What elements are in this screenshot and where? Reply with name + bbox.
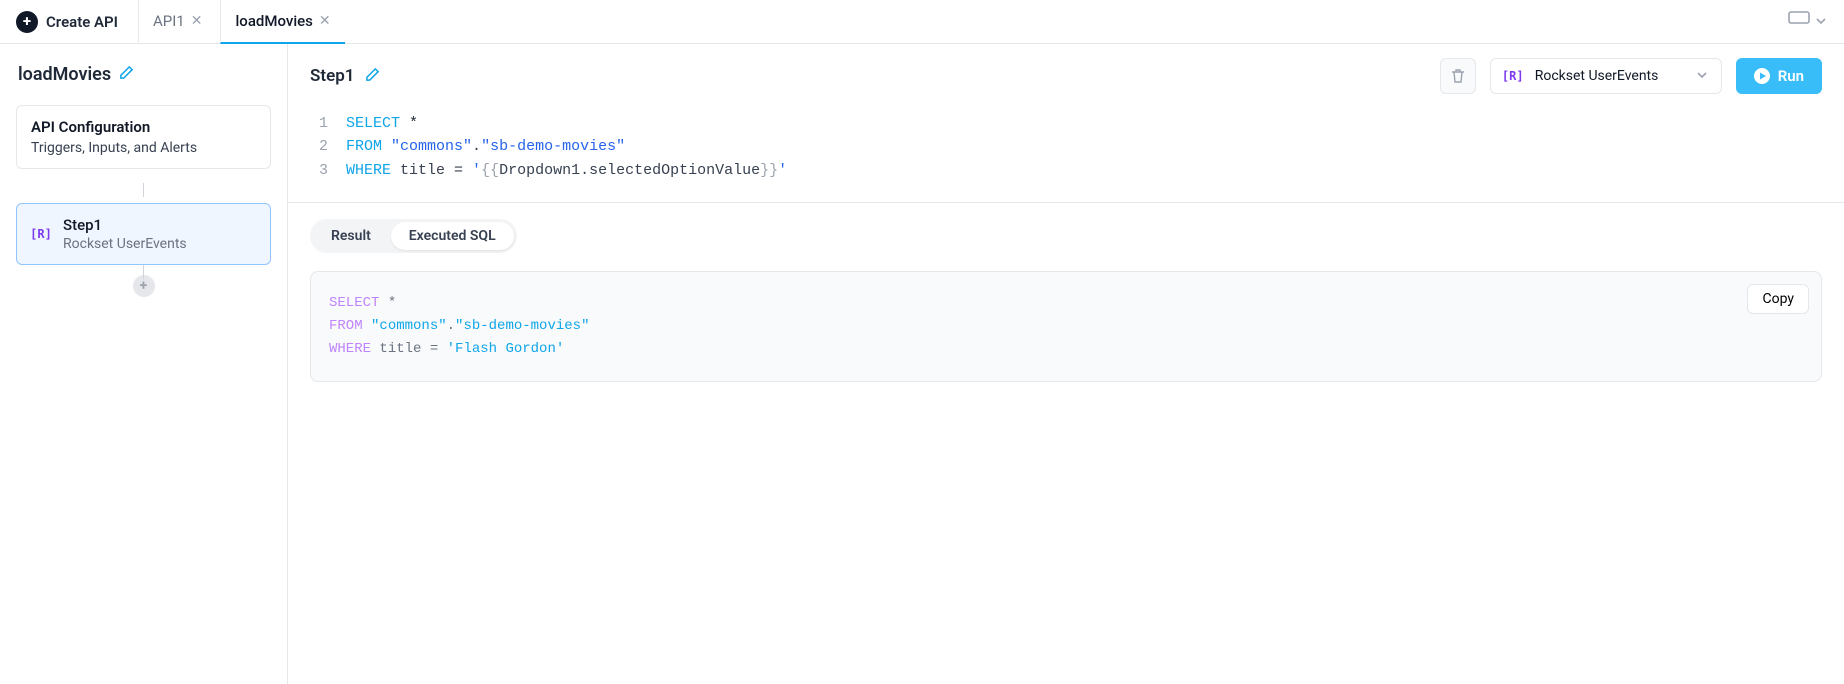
sidebar: loadMovies API Configuration Triggers, I… <box>0 44 288 684</box>
code-content: WHERE title = '{{Dropdown1.selectedOptio… <box>346 159 787 182</box>
line-number: 2 <box>310 135 328 158</box>
connector-line <box>16 265 271 279</box>
code-content: FROM "commons"."sb-demo-movies" <box>346 135 625 158</box>
line-number: 3 <box>310 159 328 182</box>
tab-api1[interactable]: API1 ✕ <box>138 0 217 44</box>
step-header-title: Step1 <box>310 66 355 86</box>
create-api-label: Create API <box>46 13 118 31</box>
executed-line: SELECT * <box>329 292 1803 315</box>
connector-line <box>16 183 271 197</box>
executed-sql-block: Copy SELECT * FROM "commons"."sb-demo-mo… <box>310 271 1822 382</box>
run-label: Run <box>1778 67 1804 85</box>
tab-loadmovies[interactable]: loadMovies ✕ <box>220 0 344 44</box>
editor-line: 1 SELECT * <box>310 112 1822 135</box>
rockset-icon: [R] <box>31 224 51 244</box>
datasource-label: Rockset UserEvents <box>1535 68 1659 84</box>
executed-line: WHERE title = 'Flash Gordon' <box>329 338 1803 361</box>
monitor-icon[interactable] <box>1788 11 1810 33</box>
step-card-step1[interactable]: [R] Step1 Rockset UserEvents <box>16 203 271 265</box>
editor-line: 3 WHERE title = '{{Dropdown1.selectedOpt… <box>310 159 1822 182</box>
app-root: + Create API API1 ✕ loadMovies ✕ <box>0 0 1844 684</box>
close-icon[interactable]: ✕ <box>191 14 203 28</box>
create-api-button[interactable]: + Create API <box>16 11 118 33</box>
play-icon <box>1754 68 1770 84</box>
api-configuration-card[interactable]: API Configuration Triggers, Inputs, and … <box>16 105 271 169</box>
main-header: Step1 [R] Rockset UserEvents <box>288 44 1844 104</box>
rockset-icon: [R] <box>1503 66 1523 86</box>
editor-line: 2 FROM "commons"."sb-demo-movies" <box>310 135 1822 158</box>
result-panel: Result Executed SQL Copy SELECT * FROM "… <box>288 203 1844 398</box>
step-card-text: Step1 Rockset UserEvents <box>63 216 187 252</box>
sql-editor[interactable]: 1 SELECT * 2 FROM "commons"."sb-demo-mov… <box>288 104 1844 203</box>
tab-label: API1 <box>153 12 185 30</box>
tab-executed-sql[interactable]: Executed SQL <box>391 222 514 250</box>
edit-icon[interactable] <box>119 65 134 84</box>
api-name: loadMovies <box>18 64 111 85</box>
api-name-header: loadMovies <box>16 60 271 91</box>
copy-button[interactable]: Copy <box>1747 284 1809 314</box>
tab-result[interactable]: Result <box>313 222 389 250</box>
datasource-select[interactable]: [R] Rockset UserEvents <box>1490 58 1722 94</box>
edit-icon[interactable] <box>365 67 380 86</box>
delete-button[interactable] <box>1440 58 1476 94</box>
body: loadMovies API Configuration Triggers, I… <box>0 44 1844 684</box>
result-tabs: Result Executed SQL <box>310 219 517 253</box>
chevron-down-icon[interactable] <box>1814 14 1828 30</box>
step-datasource: Rockset UserEvents <box>63 236 187 252</box>
plus-icon: + <box>16 11 38 33</box>
topbar-right <box>1788 11 1828 33</box>
line-number: 1 <box>310 112 328 135</box>
run-button[interactable]: Run <box>1736 58 1822 94</box>
config-subtitle: Triggers, Inputs, and Alerts <box>31 140 256 156</box>
main-header-right: [R] Rockset UserEvents <box>1440 58 1822 94</box>
chevron-down-icon <box>1695 68 1709 84</box>
step-name: Step1 <box>63 216 187 234</box>
top-tab-bar: + Create API API1 ✕ loadMovies ✕ <box>0 0 1844 44</box>
tab-label: loadMovies <box>235 12 312 30</box>
config-title: API Configuration <box>31 118 256 136</box>
close-icon[interactable]: ✕ <box>319 14 331 28</box>
main-panel: Step1 [R] Rockset UserEvents <box>288 44 1844 684</box>
code-content: SELECT * <box>346 112 418 135</box>
executed-line: FROM "commons"."sb-demo-movies" <box>329 315 1803 338</box>
